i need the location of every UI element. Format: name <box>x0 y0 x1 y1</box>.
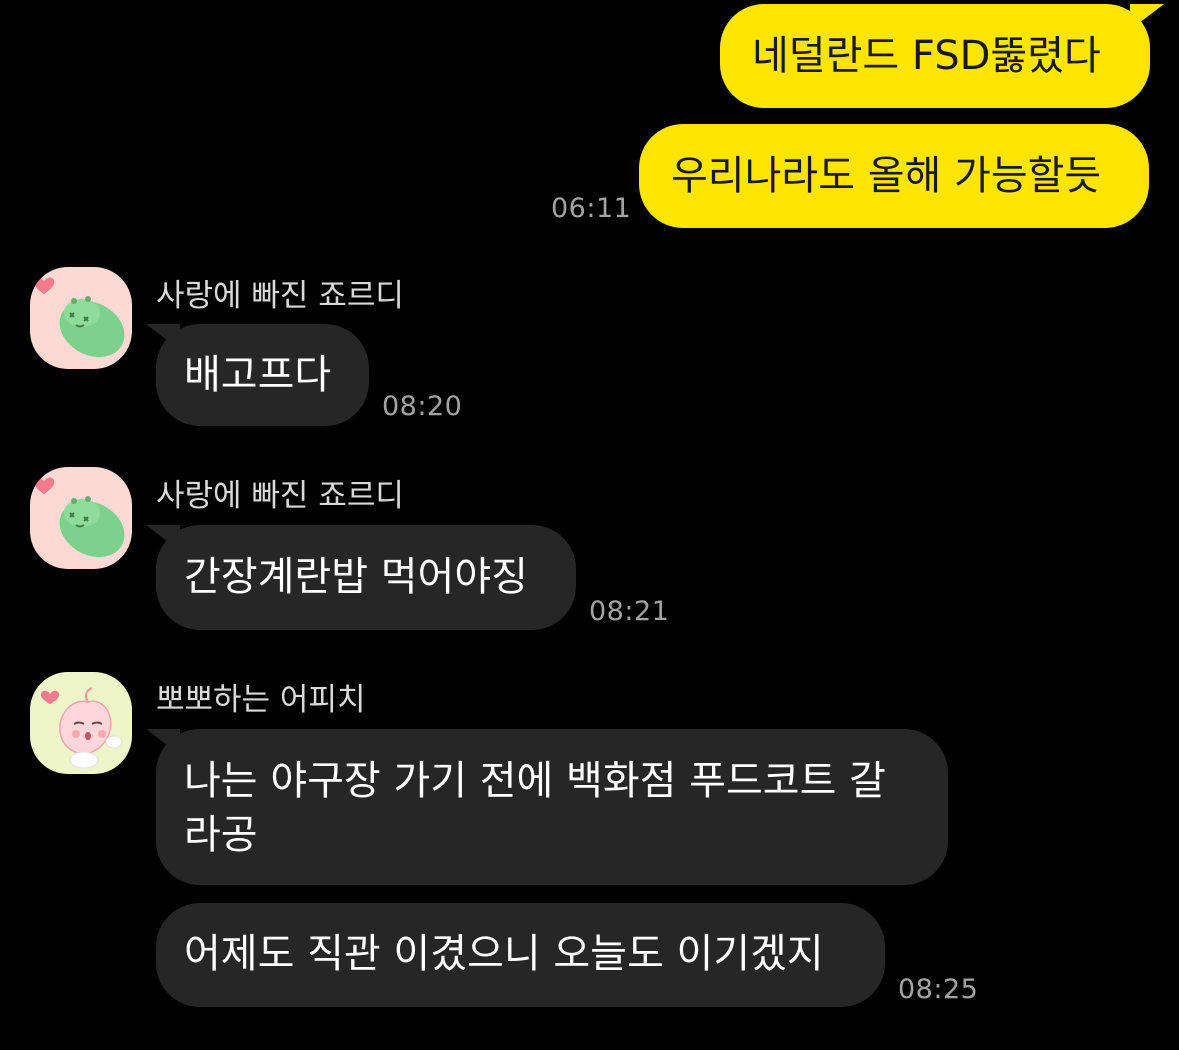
message-timestamp: 06:11 <box>551 193 632 224</box>
message-text: 나는 야구장 가기 전에 백화점 푸드코트 갈라공 <box>184 758 886 858</box>
jordy-love-icon <box>33 277 125 357</box>
avatar[interactable] <box>30 467 132 569</box>
message-timestamp: 08:21 <box>589 596 670 627</box>
message-timestamp: 08:20 <box>382 391 463 422</box>
bubble-tail <box>146 525 180 551</box>
message-text: 간장계란밥 먹어야징 <box>184 554 528 600</box>
message-text: 배고프다 <box>184 352 332 398</box>
message-timestamp: 08:25 <box>898 974 979 1005</box>
bubble-tail <box>1130 4 1164 30</box>
sender-name: 사랑에 빠진 죠르디 <box>156 278 404 314</box>
message-text: 어제도 직관 이겼으니 오늘도 이기겠지 <box>184 931 824 977</box>
apeach-kiss-icon <box>40 687 123 769</box>
sender-name: 사랑에 빠진 죠르디 <box>156 478 404 514</box>
my-message-bubble[interactable]: 우리나라도 올해 가능할듯 <box>639 124 1149 228</box>
message-text: 네덜란드 FSD뚫렸다 <box>752 33 1101 79</box>
message-text: 우리나라도 올해 가능할듯 <box>671 153 1102 199</box>
their-message-bubble[interactable]: 간장계란밥 먹어야징 <box>146 525 576 630</box>
avatar[interactable] <box>30 267 132 369</box>
their-message-bubble[interactable]: 배고프다 <box>146 324 369 426</box>
my-message-bubble[interactable]: 네덜란드 FSD뚫렸다 <box>720 4 1164 108</box>
avatar[interactable] <box>30 672 132 774</box>
their-message-bubble[interactable]: 어제도 직관 이겼으니 오늘도 이기겠지 <box>156 903 885 1007</box>
bubble-tail <box>146 324 180 350</box>
jordy-love-icon <box>33 477 125 557</box>
their-message-bubble[interactable]: 나는 야구장 가기 전에 백화점 푸드코트 갈라공 <box>146 729 948 885</box>
sender-name: 뽀뽀하는 어피치 <box>156 682 366 718</box>
bubble-tail <box>146 729 180 755</box>
